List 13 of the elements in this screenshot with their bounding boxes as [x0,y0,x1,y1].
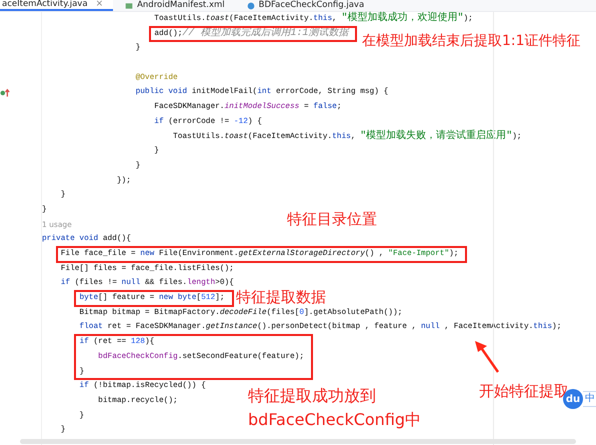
annotation-text: 特征提取数据 [236,289,326,306]
editor-tab[interactable]: AndroidManifest.xml [123,0,235,11]
close-button[interactable]: × [96,0,104,10]
arrow-drawing [474,341,502,373]
horizontal-scrollbar[interactable] [20,439,576,444]
annotation-text: 特征提取成功放到 bdFaceCheckConfig中 [248,385,422,431]
annotation-text: 在模型加载结束后提取1:1证件特征 [362,33,581,50]
annotation-text: 特征目录位置 [287,211,377,228]
editor-tab[interactable]: BDFaceCheckConfig.java [244,0,374,11]
implements-marker-icon[interactable] [0,88,11,98]
manifest-file-icon [125,2,134,10]
class-file-icon [246,2,255,10]
ime-mode[interactable]: 中 [583,391,596,407]
